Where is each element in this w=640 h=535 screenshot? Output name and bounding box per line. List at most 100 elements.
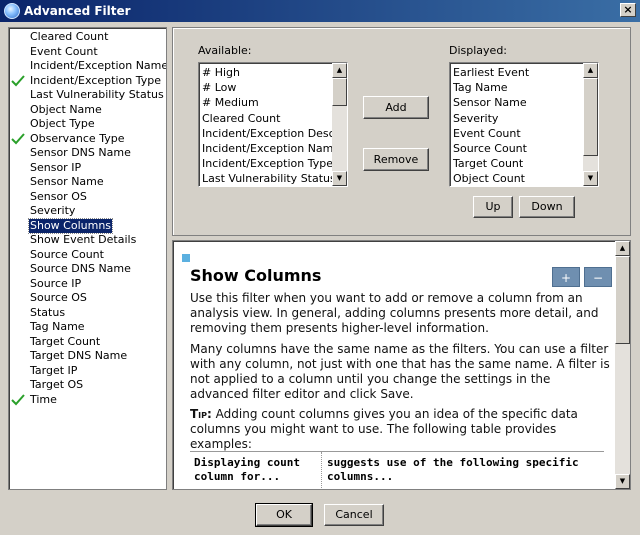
filter-item-label: Status	[30, 305, 66, 319]
displayed-column-item[interactable]: Target Count	[453, 156, 523, 171]
help-scrollbar[interactable]: ▲ ▼	[615, 241, 630, 489]
filter-item-label: Incident/Exception Name	[30, 59, 167, 72]
filter-item-label: Source Count	[30, 247, 104, 261]
scroll-up-icon[interactable]: ▲	[615, 241, 630, 256]
displayed-column-item[interactable]: Earliest Event	[453, 65, 529, 80]
displayed-column-item[interactable]: Object Count	[453, 171, 525, 186]
help-table: Displaying count column for... suggests …	[190, 451, 604, 489]
title-bar[interactable]: Advanced Filter ×	[0, 0, 640, 22]
filter-item[interactable]: Incident/Exception Type	[11, 74, 162, 88]
filter-item-label: Tag Name	[30, 320, 85, 333]
help-next-button[interactable]: −	[584, 267, 612, 287]
help-title: Show Columns	[190, 266, 322, 285]
available-column-item[interactable]: Cleared Count	[202, 111, 280, 126]
help-paragraph-1: Use this filter when you want to add or …	[190, 291, 599, 335]
filter-item[interactable]: Tag Name	[29, 320, 86, 334]
filter-item[interactable]: Status	[29, 306, 66, 320]
ok-button[interactable]: OK	[255, 503, 313, 527]
filter-item[interactable]: Incident/Exception Name	[29, 59, 167, 73]
filter-item[interactable]: Source DNS Name	[29, 262, 132, 276]
available-columns-list[interactable]: Last Vulnerability Status Incident/Except…	[198, 62, 348, 187]
scroll-up-icon[interactable]: ▲	[332, 63, 347, 78]
filter-item[interactable]: Cleared Count	[29, 30, 109, 44]
available-column-item[interactable]: # High	[202, 65, 240, 80]
scroll-down-icon[interactable]: ▼	[615, 474, 630, 489]
filter-item-label: Severity	[30, 204, 76, 217]
displayed-scrollbar[interactable]: ▲ ▼	[583, 63, 598, 186]
filter-item[interactable]: Severity	[29, 204, 76, 218]
filter-item[interactable]: Source Count	[29, 248, 105, 262]
filter-item[interactable]: Source IP	[29, 277, 82, 291]
add-button[interactable]: Add	[363, 96, 429, 119]
filter-item[interactable]: Object Type	[29, 117, 96, 131]
filter-item[interactable]: Target DNS Name	[29, 349, 128, 363]
filter-item-label: Cleared Count	[30, 30, 109, 43]
close-button[interactable]: ×	[620, 3, 636, 17]
up-button[interactable]: Up	[473, 196, 513, 218]
filter-item-label: Target IP	[30, 363, 78, 377]
checkmark-icon	[11, 132, 25, 144]
table-header-1: Displaying count column for...	[194, 456, 300, 483]
help-marker-icon	[182, 254, 190, 262]
filter-item[interactable]: Target OS	[29, 378, 84, 392]
scroll-thumb[interactable]	[583, 78, 598, 156]
filter-item[interactable]: Sensor DNS Name	[29, 146, 132, 160]
filter-item-label: Source DNS Name	[30, 262, 131, 275]
filter-item[interactable]: Object Name	[29, 103, 103, 117]
table-header-2: suggests use of the following specific c…	[327, 456, 579, 483]
filter-item-label: Show Event Details	[30, 233, 137, 246]
filter-item-label: Show Columns	[30, 218, 112, 232]
advanced-filter-window: Advanced Filter × Cleared Count Event Cou…	[0, 0, 640, 535]
filter-item-label: Target Count	[30, 334, 101, 348]
filter-item[interactable]: Source OS	[29, 291, 88, 305]
scroll-down-icon[interactable]: ▼	[583, 171, 598, 186]
displayed-columns-list[interactable]: Object Count Target Count Source Count Even…	[449, 62, 599, 187]
scroll-thumb[interactable]	[332, 78, 347, 106]
scroll-up-icon[interactable]: ▲	[583, 63, 598, 78]
available-label: Available:	[198, 44, 252, 57]
displayed-column-item[interactable]: Event Count	[453, 126, 521, 141]
displayed-column-item[interactable]: Severity	[453, 111, 498, 126]
filter-item[interactable]: Last Vulnerability Status	[29, 88, 165, 102]
tip-label: Tip:	[190, 407, 212, 421]
filter-item-label: Source OS	[30, 291, 87, 304]
filter-item[interactable]: Sensor IP	[29, 161, 82, 175]
down-button[interactable]: Down	[519, 196, 575, 218]
filter-item[interactable]: Sensor OS	[29, 190, 88, 204]
filter-item[interactable]: Target IP	[29, 364, 78, 378]
filter-item[interactable]: Observance Type	[11, 132, 125, 146]
column-settings-panel: Available: Displayed: Last Vulnerability…	[172, 27, 631, 236]
available-column-item[interactable]: # Medium	[202, 95, 259, 110]
displayed-column-item[interactable]: Tag Name	[453, 80, 508, 95]
available-column-item[interactable]: Incident/Exception Description	[202, 126, 347, 141]
scroll-thumb[interactable]	[615, 256, 630, 344]
displayed-column-item[interactable]: Sensor Name	[453, 95, 527, 110]
filter-item[interactable]: Show Event Details	[29, 233, 137, 247]
filter-list[interactable]: Cleared Count Event Count Incident/Excepti…	[8, 27, 167, 490]
filter-item-label: Last Vulnerability Status	[30, 88, 164, 101]
help-paragraph-2: Many columns have the same name as the f…	[190, 342, 610, 401]
available-scrollbar[interactable]: ▲ ▼	[332, 63, 347, 186]
available-column-item[interactable]: Last Vulnerability Status	[202, 171, 336, 186]
remove-button[interactable]: Remove	[363, 148, 429, 171]
filter-item-label: Sensor OS	[30, 189, 87, 203]
filter-item-label: Sensor IP	[30, 160, 82, 174]
filter-item-label: Source IP	[30, 276, 82, 290]
tip-text: Adding count columns gives you an idea o…	[190, 407, 578, 451]
filter-item-label: Event Count	[30, 44, 98, 58]
displayed-label: Displayed:	[449, 44, 508, 57]
scroll-down-icon[interactable]: ▼	[332, 171, 347, 186]
filter-item[interactable]: Event Count	[29, 45, 99, 59]
filter-item[interactable]: Target Count	[29, 335, 101, 349]
available-column-item[interactable]: Incident/Exception Name	[202, 141, 340, 156]
filter-item[interactable]: Show Columns	[27, 217, 114, 234]
filter-item-label: Time	[30, 392, 57, 406]
filter-item[interactable]: Time	[11, 392, 58, 407]
filter-item-label: Object Name	[30, 102, 102, 116]
available-column-item[interactable]: Incident/Exception Type	[202, 156, 333, 171]
displayed-column-item[interactable]: Source Count	[453, 141, 527, 156]
filter-item[interactable]: Sensor Name	[29, 175, 105, 189]
available-column-item[interactable]: # Low	[202, 80, 236, 95]
help-prev-button[interactable]: +	[552, 267, 580, 287]
cancel-button[interactable]: Cancel	[324, 504, 384, 526]
